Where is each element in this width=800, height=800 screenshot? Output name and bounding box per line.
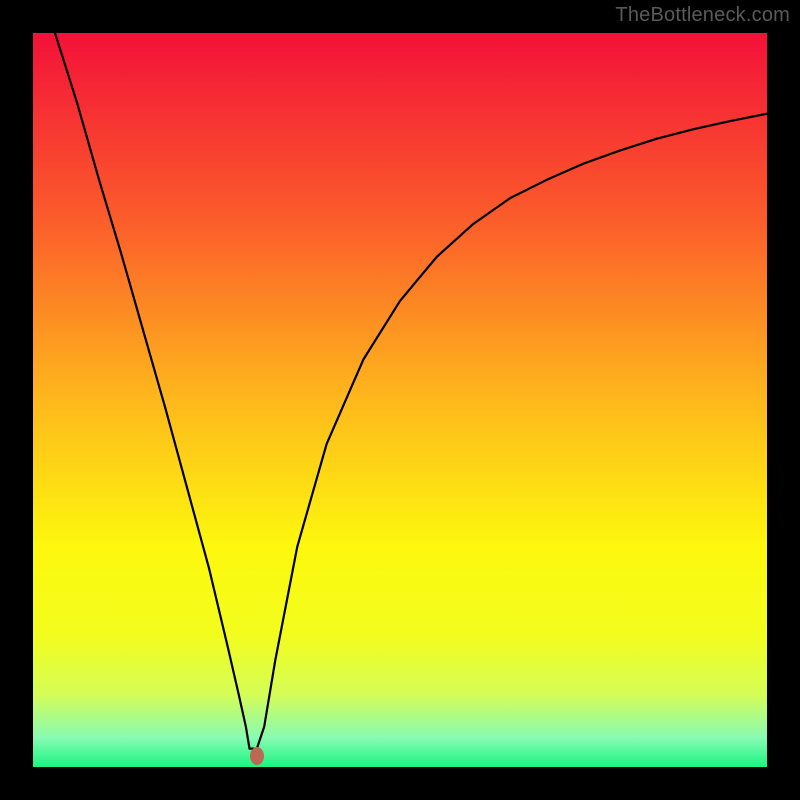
watermark-text: TheBottleneck.com [615,4,790,27]
chart-stage: TheBottleneck.com [0,0,800,800]
curve-layer [33,33,767,767]
plot-area [33,33,767,767]
bottleneck-curve [55,33,767,749]
optimal-marker [250,747,264,765]
